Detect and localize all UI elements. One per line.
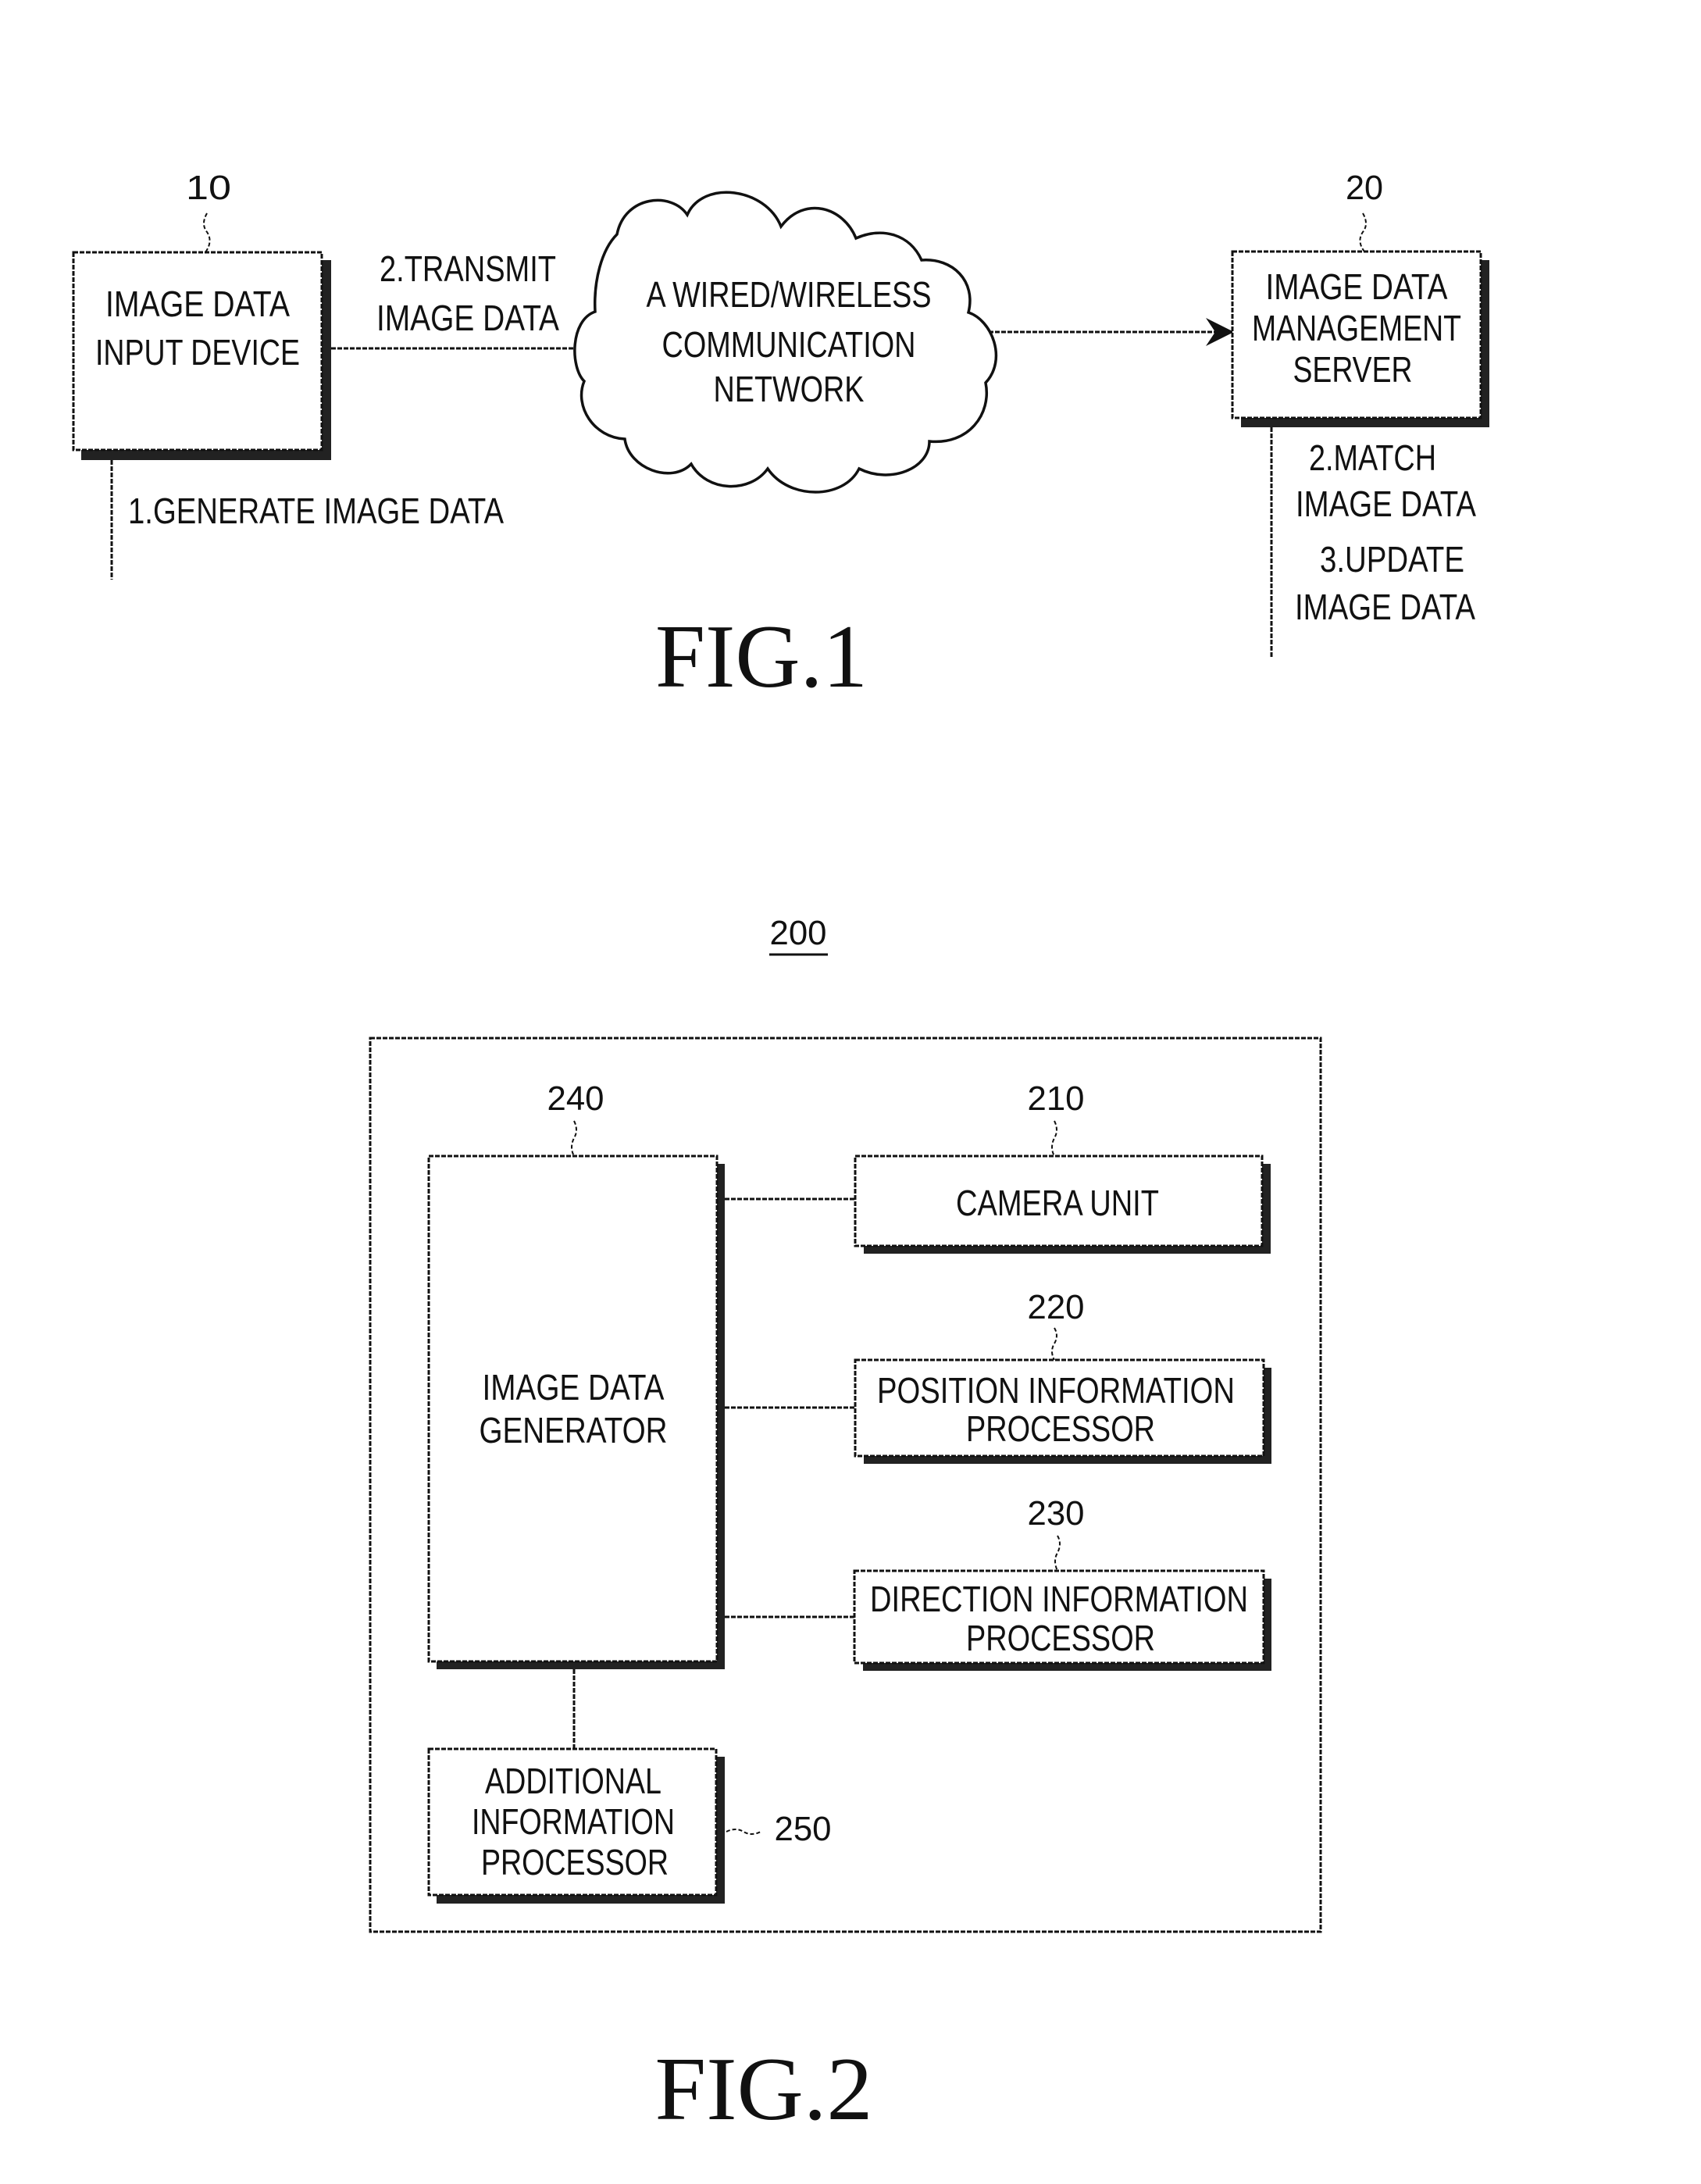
communication-network-cloud: A WIRED/WIRELESS COMMUNICATION NETWORK: [573, 191, 998, 494]
step-generate-image-data: 1.GENERATE IMAGE DATA: [128, 491, 504, 531]
direction-processor-label-line2: PROCESSOR: [966, 1618, 1155, 1658]
patent-figures-canvas: 10 IMAGE DATA INPUT DEVICE 1.GENERATE IM…: [72, 169, 1489, 2139]
server-label-line3: SERVER: [1293, 349, 1413, 390]
generator-box: [427, 1154, 719, 1663]
fig2-caption: FIG.2: [655, 2039, 873, 2139]
additional-processor-label-line1: ADDITIONAL: [485, 1761, 662, 1801]
step-update-line2: IMAGE DATA: [1295, 587, 1475, 627]
additional-processor-label-line3: PROCESSOR: [481, 1842, 669, 1882]
leader-line-10: [203, 212, 211, 253]
ref-label-200: 200: [770, 914, 827, 952]
fig1: 10 IMAGE DATA INPUT DEVICE 1.GENERATE IM…: [72, 169, 1489, 707]
step-match-line2: IMAGE DATA: [1296, 484, 1476, 524]
leader-line-20: [1359, 212, 1367, 252]
position-processor-label-line1: POSITION INFORMATION: [877, 1370, 1235, 1411]
direction-processor-label-line1: DIRECTION INFORMATION: [870, 1579, 1248, 1619]
step-match-line1: 2.MATCH: [1309, 437, 1436, 478]
generator-label-line1: IMAGE DATA: [483, 1367, 665, 1408]
ref-label-220: 220: [1028, 1288, 1085, 1326]
server-label-line2: MANAGEMENT: [1252, 308, 1461, 348]
network-label-line3: NETWORK: [714, 369, 865, 409]
ref-label-210: 210: [1028, 1080, 1085, 1118]
generator-label-line2: GENERATOR: [480, 1410, 668, 1451]
fig1-caption: FIG.1: [655, 607, 868, 707]
additional-processor-label-line2: INFORMATION: [472, 1801, 675, 1842]
transmit-label-line2: IMAGE DATA: [376, 298, 559, 338]
step-update-line1: 3.UPDATE: [1320, 539, 1464, 580]
network-label-line2: COMMUNICATION: [662, 324, 916, 365]
image-data-input-device: 10 IMAGE DATA INPUT DEVICE 1.GENERATE IM…: [72, 169, 504, 580]
ref-label-240: 240: [547, 1080, 604, 1118]
network-label-line1: A WIRED/WIRELESS: [647, 274, 932, 315]
image-data-management-server: 20 IMAGE DATA MANAGEMENT SERVER 2.MATCH …: [1231, 169, 1489, 658]
fig2: 200 240 IMAGE DATA GENERATOR 210 CAMERA …: [369, 914, 1322, 2139]
transmit-label-line1: 2.TRANSMIT: [380, 248, 556, 289]
ref-label-20: 20: [1346, 169, 1383, 207]
ref-label-250: 250: [775, 1810, 832, 1848]
server-label-line1: IMAGE DATA: [1266, 266, 1448, 307]
ref-label-230: 230: [1028, 1494, 1085, 1533]
position-processor-label-line2: PROCESSOR: [966, 1408, 1155, 1449]
camera-unit-label: CAMERA UNIT: [956, 1183, 1159, 1223]
input-device-label-line2: INPUT DEVICE: [95, 332, 300, 373]
input-device-label-line1: IMAGE DATA: [105, 284, 290, 324]
image-data-generator: 240 IMAGE DATA GENERATOR: [427, 1080, 725, 1669]
ref-label-10: 10: [186, 169, 231, 207]
